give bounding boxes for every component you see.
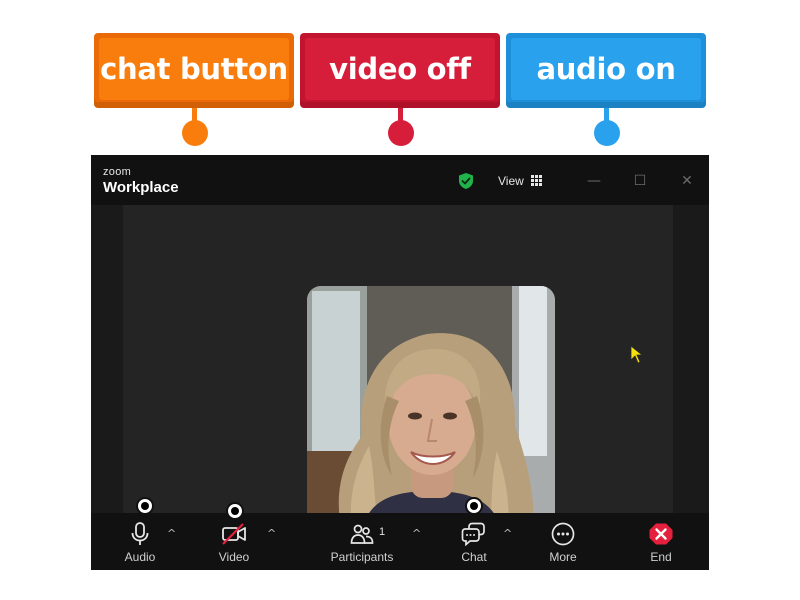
chat-label-pin bbox=[182, 120, 208, 146]
participant-count: 1 bbox=[379, 526, 386, 538]
zoom-meeting-window: zoom Workplace View — ☐ ✕ Audio ^ Video … bbox=[91, 155, 709, 570]
meeting-stage: Ti bbox=[123, 205, 673, 563]
participant-video-tile[interactable] bbox=[307, 286, 555, 532]
chat-marker-dot bbox=[465, 497, 483, 515]
close-button[interactable]: ✕ bbox=[675, 169, 699, 193]
video-marker-dot bbox=[226, 502, 244, 520]
video-label-pin bbox=[388, 120, 414, 146]
audio-button-label: Audio bbox=[124, 550, 156, 564]
grid-icon[interactable] bbox=[531, 175, 542, 186]
chat-bubbles-icon bbox=[461, 522, 485, 546]
end-button[interactable]: End bbox=[642, 513, 680, 570]
audio-options-caret[interactable]: ^ bbox=[167, 527, 176, 540]
chat-button-label-tag: chat button bbox=[94, 33, 294, 108]
mouse-cursor-icon bbox=[630, 345, 644, 364]
video-button[interactable]: Video bbox=[215, 513, 253, 570]
audio-label-pin bbox=[594, 120, 620, 146]
ellipsis-circle-icon bbox=[551, 522, 575, 546]
chat-button-label: chat button bbox=[100, 52, 288, 86]
chat-button-label: Chat bbox=[461, 550, 487, 564]
brand-workplace: Workplace bbox=[103, 179, 179, 196]
chat-button[interactable]: Chat bbox=[455, 513, 493, 570]
view-button-label[interactable]: View bbox=[498, 174, 524, 188]
minimize-button[interactable]: — bbox=[582, 169, 606, 193]
maximize-button[interactable]: ☐ bbox=[628, 169, 652, 193]
audio-marker-dot bbox=[136, 497, 154, 515]
shield-check-icon[interactable] bbox=[457, 172, 475, 190]
more-button-label: More bbox=[549, 550, 577, 564]
end-button-label: End bbox=[650, 550, 672, 564]
end-call-icon bbox=[649, 523, 673, 545]
participants-button-label: Participants bbox=[330, 550, 394, 564]
camera-off-icon bbox=[222, 523, 246, 545]
participants-button[interactable]: Participants bbox=[327, 513, 397, 570]
participant-video-image bbox=[307, 286, 555, 532]
brand-zoom: zoom bbox=[103, 166, 132, 178]
video-button-label: Video bbox=[218, 550, 250, 564]
video-off-label-tag: video off bbox=[300, 33, 500, 108]
video-off-label: video off bbox=[329, 52, 471, 86]
audio-on-label-tag: audio on bbox=[506, 33, 706, 108]
more-button[interactable]: More bbox=[544, 513, 582, 570]
title-bar: zoom Workplace View — ☐ ✕ bbox=[91, 155, 709, 205]
video-options-caret[interactable]: ^ bbox=[267, 527, 276, 540]
audio-button[interactable]: Audio bbox=[121, 513, 159, 570]
chat-options-caret[interactable]: ^ bbox=[503, 527, 512, 540]
people-icon bbox=[350, 524, 374, 544]
participants-options-caret[interactable]: ^ bbox=[412, 527, 421, 540]
meeting-toolbar: Audio ^ Video ^ Participants 1 ^ Chat ^ … bbox=[91, 497, 709, 570]
audio-on-label: audio on bbox=[536, 52, 676, 86]
microphone-icon bbox=[131, 522, 149, 545]
